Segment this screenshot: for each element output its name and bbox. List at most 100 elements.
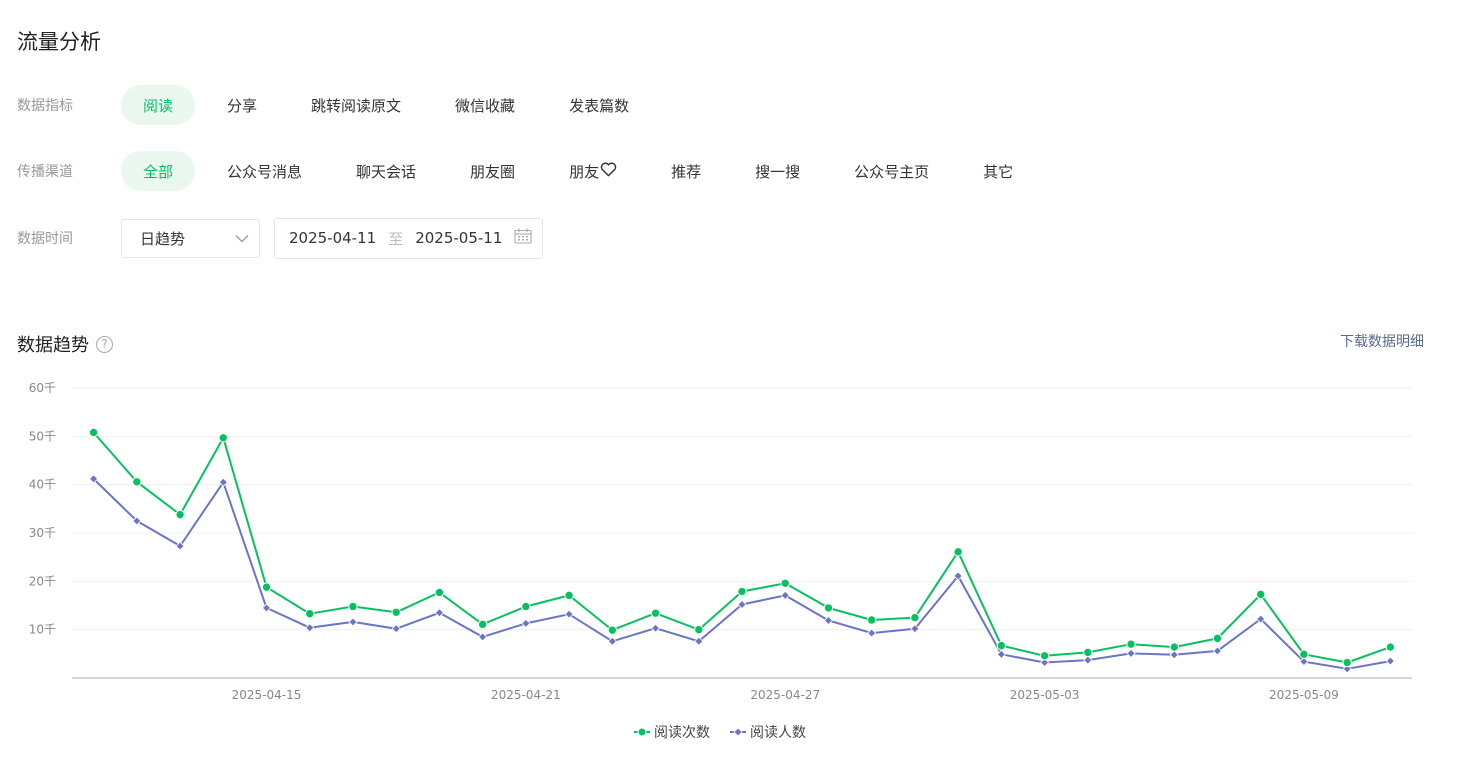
- data-point[interactable]: [1083, 647, 1093, 658]
- data-point[interactable]: [391, 624, 401, 634]
- data-point[interactable]: [564, 590, 574, 601]
- legend-item-reader-count[interactable]: 阅读人数: [730, 722, 806, 742]
- granularity-select-value: 日趋势: [140, 229, 186, 248]
- channel-option-search[interactable]: 搜一搜: [733, 151, 822, 191]
- page-title: 流量分析: [17, 30, 101, 54]
- data-point[interactable]: [1299, 649, 1309, 660]
- granularity-select[interactable]: 日趋势: [121, 218, 260, 258]
- calendar-icon[interactable]: [514, 228, 532, 248]
- channel-option-official-message[interactable]: 公众号消息: [205, 151, 324, 191]
- y-tick-label: 50千: [29, 429, 56, 443]
- y-tick-label: 40千: [29, 478, 56, 492]
- trend-chart: 10千 20千 30千 40千 50千 60千 2025-04-15 2025-04-21 20…: [29, 381, 1412, 702]
- data-point[interactable]: [1256, 589, 1266, 600]
- download-details-link[interactable]: 下载数据明细: [1340, 331, 1424, 351]
- data-point[interactable]: [348, 601, 358, 612]
- metric-filter-row: 数据指标 阅读 分享 跳转阅读原文 微信收藏 发表篇数: [17, 85, 661, 125]
- chart-legend: 阅读次数 阅读人数: [0, 722, 1440, 742]
- chart-series: [88, 427, 1396, 674]
- data-point[interactable]: [996, 649, 1006, 659]
- data-point[interactable]: [477, 619, 488, 630]
- data-point[interactable]: [780, 578, 790, 588]
- series-line: [92, 478, 1391, 670]
- section-title: 数据趋势 ?: [17, 331, 113, 357]
- x-tick-label: 2025-05-03: [1010, 688, 1080, 702]
- data-point[interactable]: [996, 640, 1007, 651]
- channel-option-moments[interactable]: 朋友圈: [448, 151, 537, 191]
- channel-option-all[interactable]: 全部: [121, 151, 196, 191]
- channel-option-recommend[interactable]: 推荐: [649, 151, 723, 191]
- data-point[interactable]: [1385, 642, 1396, 652]
- legend-label-reader-count: 阅读人数: [750, 725, 806, 741]
- time-filter-label: 数据时间: [17, 231, 73, 247]
- data-point[interactable]: [175, 509, 185, 520]
- data-point[interactable]: [478, 632, 488, 642]
- data-point[interactable]: [823, 615, 834, 626]
- data-point[interactable]: [1169, 650, 1179, 660]
- data-point[interactable]: [1126, 648, 1136, 658]
- metric-option-published-count[interactable]: 发表篇数: [547, 85, 651, 125]
- data-point[interactable]: [953, 547, 963, 557]
- legend-label-read-count: 阅读次数: [654, 725, 710, 741]
- date-range-separator: 至: [388, 229, 404, 248]
- data-point[interactable]: [132, 477, 142, 487]
- data-point[interactable]: [1212, 633, 1223, 644]
- metric-filter-label: 数据指标: [17, 98, 73, 114]
- start-date[interactable]: 2025-04-11: [289, 229, 376, 247]
- data-point[interactable]: [391, 607, 401, 617]
- time-filter-row: 数据时间 日趋势 2025-04-11 至 2025-05-11: [17, 217, 543, 259]
- channel-filter-row: 传播渠道 全部 公众号消息 聊天会话 朋友圈 朋友 推荐 搜一搜 公众号主页 其…: [17, 151, 1045, 191]
- heart-icon: [600, 161, 617, 181]
- data-point[interactable]: [867, 628, 877, 638]
- series-line: [92, 431, 1391, 664]
- data-point[interactable]: [1126, 639, 1136, 649]
- y-tick-label: 30千: [29, 526, 56, 540]
- data-point[interactable]: [305, 609, 315, 619]
- data-point[interactable]: [607, 625, 618, 635]
- data-point[interactable]: [261, 603, 272, 613]
- date-range-picker[interactable]: 2025-04-11 至 2025-05-11: [274, 217, 543, 259]
- data-point[interactable]: [348, 617, 358, 627]
- channel-option-homepage[interactable]: 公众号主页: [832, 151, 951, 191]
- data-point[interactable]: [650, 623, 661, 633]
- data-point[interactable]: [305, 623, 315, 633]
- metric-option-read-original[interactable]: 跳转阅读原文: [289, 85, 423, 125]
- data-point[interactable]: [1385, 656, 1395, 666]
- x-tick-label: 2025-04-21: [491, 688, 561, 702]
- data-point[interactable]: [866, 615, 877, 625]
- data-point[interactable]: [261, 582, 272, 592]
- chevron-down-icon: [235, 229, 249, 247]
- end-date[interactable]: 2025-05-11: [415, 229, 502, 247]
- series-1: [88, 427, 1396, 668]
- data-point[interactable]: [521, 601, 531, 612]
- x-tick-label: 2025-04-27: [750, 688, 820, 702]
- data-point[interactable]: [694, 624, 704, 635]
- data-point[interactable]: [737, 586, 747, 597]
- x-tick-label: 2025-04-15: [232, 688, 302, 702]
- metric-option-read[interactable]: 阅读: [121, 85, 196, 125]
- data-point[interactable]: [1169, 642, 1179, 652]
- y-tick-label: 60千: [29, 381, 56, 395]
- channel-option-friends-label: 朋友: [569, 162, 600, 181]
- data-point[interactable]: [1342, 657, 1352, 668]
- y-tick-label: 20千: [29, 574, 56, 588]
- data-point[interactable]: [650, 608, 661, 618]
- data-point[interactable]: [88, 427, 99, 438]
- data-point[interactable]: [218, 433, 228, 443]
- data-point[interactable]: [521, 618, 531, 628]
- data-point[interactable]: [823, 603, 834, 613]
- channel-option-chat[interactable]: 聊天会话: [334, 151, 438, 191]
- metric-option-wechat-favorite[interactable]: 微信收藏: [433, 85, 537, 125]
- legend-diamond-marker-icon: [730, 727, 746, 737]
- legend-item-read-count[interactable]: 阅读次数: [634, 722, 710, 742]
- channel-option-friends[interactable]: 朋友: [547, 151, 639, 191]
- data-point[interactable]: [1083, 655, 1093, 665]
- data-point[interactable]: [434, 587, 445, 598]
- help-icon[interactable]: ?: [96, 335, 113, 353]
- data-point[interactable]: [1039, 651, 1050, 661]
- data-point[interactable]: [910, 612, 920, 623]
- data-point[interactable]: [434, 608, 444, 618]
- chart-axes: 10千 20千 30千 40千 50千 60千 2025-04-15 2025-04-21 20…: [29, 381, 1412, 702]
- metric-option-share[interactable]: 分享: [205, 85, 279, 125]
- channel-option-other[interactable]: 其它: [961, 151, 1035, 191]
